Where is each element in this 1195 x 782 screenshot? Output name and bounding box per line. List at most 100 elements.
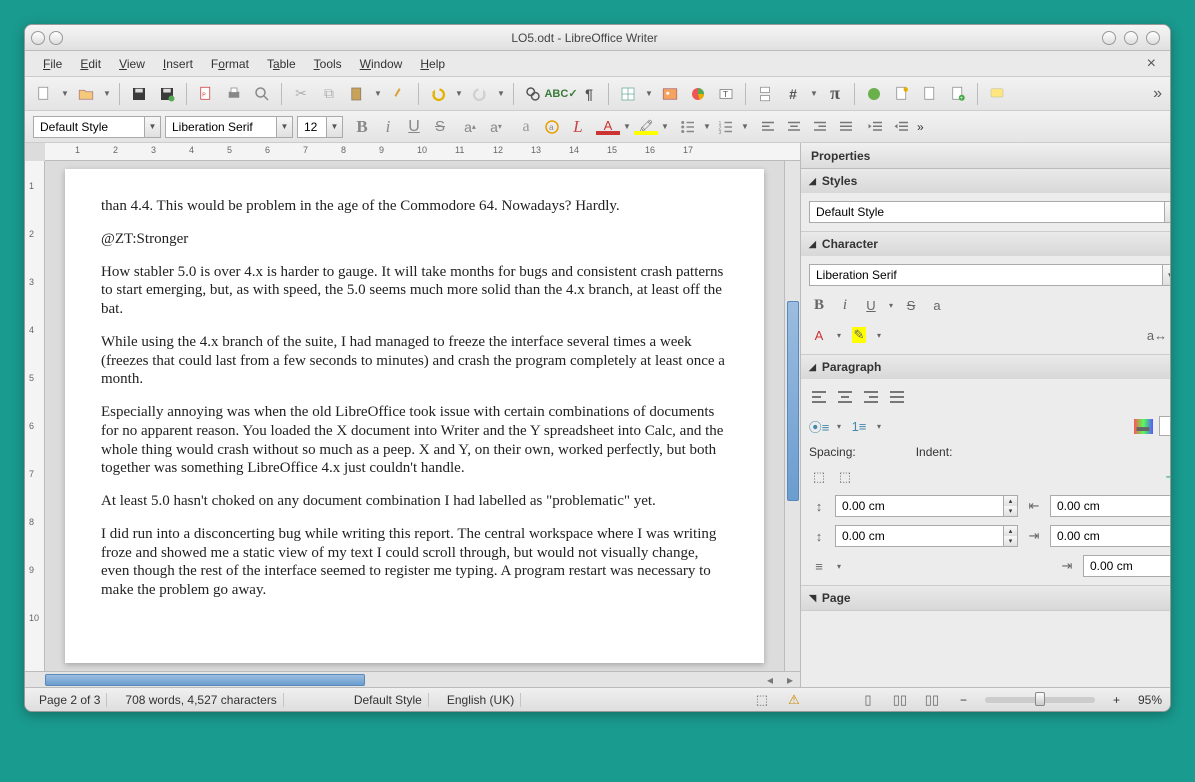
style-combo[interactable]: ▼ [809,201,1171,223]
chevron-down-icon[interactable]: ▼ [144,117,160,137]
bold-icon[interactable]: B [351,116,373,138]
align-right-icon[interactable] [861,387,881,407]
view-single-icon[interactable]: ▯ [858,690,878,710]
field-dropdown[interactable]: ▼ [810,83,818,105]
font-name-combo[interactable]: ▼ [165,116,293,138]
undo-icon[interactable] [427,83,449,105]
scrollbar-thumb[interactable] [787,301,799,501]
document-close-icon[interactable]: × [1143,55,1160,73]
insert-page-break-icon[interactable] [754,83,776,105]
line-spacing-dropdown[interactable]: ▾ [835,555,843,577]
save-icon[interactable] [128,83,150,105]
menu-window[interactable]: Window [352,54,411,74]
maximize-button[interactable] [1124,31,1138,45]
increase-spacing-icon[interactable]: ⬚ [809,467,829,487]
menu-help[interactable]: Help [412,54,453,74]
insert-textbox-icon[interactable]: T [715,83,737,105]
copy-icon[interactable]: ⧉ [318,83,340,105]
status-language[interactable]: English (UK) [441,693,521,707]
zoom-knob[interactable] [1035,692,1045,706]
zoom-in-icon[interactable]: + [1107,693,1126,707]
chevron-down-icon[interactable]: ▼ [1162,265,1171,285]
print-preview-icon[interactable] [251,83,273,105]
insert-bookmark-icon[interactable] [919,83,941,105]
bullet-dropdown[interactable]: ▼ [703,116,711,138]
close-button[interactable] [1146,31,1160,45]
first-line-indent-icon[interactable]: ⇥ [1057,556,1077,576]
menu-format[interactable]: Format [203,54,257,74]
bg-color-swatch[interactable] [1159,416,1171,436]
align-justify-icon[interactable] [887,387,907,407]
before-indent-spinner[interactable]: ▴▾ [1050,495,1171,517]
view-multi-icon[interactable]: ▯▯ [890,690,910,710]
table-dropdown[interactable]: ▼ [645,83,653,105]
number-dropdown[interactable]: ▼ [741,116,749,138]
vertical-scrollbar[interactable] [784,161,800,671]
fmt-toolbar-overflow-icon[interactable]: » [917,120,924,134]
highlight-dropdown[interactable]: ▾ [875,324,883,346]
clear-format-a-icon[interactable]: a [515,116,537,138]
track-changes-icon[interactable]: + [947,83,969,105]
paragraph-style-combo[interactable]: ▼ [33,116,161,138]
zoom-out-icon[interactable]: − [954,693,973,707]
clear-direct-format-icon[interactable]: L [567,116,589,138]
menu-view[interactable]: View [111,54,153,74]
print-icon[interactable] [223,83,245,105]
scrollbar-thumb[interactable] [45,674,365,686]
italic-icon[interactable]: i [835,295,855,315]
superscript-icon[interactable]: a▴ [459,116,481,138]
number-list-icon[interactable]: 123 [715,116,737,138]
redo-icon[interactable] [469,83,491,105]
spellcheck-icon[interactable]: ABC✓ [550,83,572,105]
chevron-down-icon[interactable]: ▼ [326,117,342,137]
font-color-icon[interactable]: A [809,325,829,345]
new-doc-dropdown[interactable]: ▼ [61,83,69,105]
window-pin-button[interactable] [49,31,63,45]
document-page[interactable]: than 4.4. This would be problem in the a… [65,169,764,663]
find-replace-icon[interactable] [522,83,544,105]
insert-chart-icon[interactable] [687,83,709,105]
font-color-dropdown[interactable]: ▼ [623,116,631,138]
chevron-down-icon[interactable]: ▼ [276,117,292,137]
number-list-icon[interactable]: 1≡ [849,416,869,436]
char-spacing-icon[interactable]: a↔ [1147,325,1167,345]
insert-table-icon[interactable] [617,83,639,105]
shadow-icon[interactable]: a [927,295,947,315]
highlight-icon[interactable]: ✎ [849,325,869,345]
font-color-icon[interactable]: A [597,116,619,138]
insert-hyperlink-icon[interactable] [863,83,885,105]
bullet-list-icon[interactable] [677,116,699,138]
window-menu-button[interactable] [31,31,45,45]
open-icon[interactable] [75,83,97,105]
menu-file[interactable]: File [35,54,70,74]
formatting-marks-icon[interactable]: ¶ [578,83,600,105]
italic-icon[interactable]: i [377,116,399,138]
after-indent-icon[interactable]: ⇥ [1024,526,1044,546]
below-spacing-spinner[interactable]: ▴▾ [835,525,1018,547]
char-font-input[interactable] [810,265,1162,285]
chevron-down-icon[interactable]: ▼ [1164,202,1171,222]
minimize-button[interactable] [1102,31,1116,45]
section-page-header[interactable]: ◢Page [801,586,1171,610]
font-size-input[interactable] [298,117,326,137]
zoom-percent[interactable]: 95% [1138,693,1162,707]
menu-tools[interactable]: Tools [306,54,350,74]
align-justify-icon[interactable] [835,116,857,138]
menu-table[interactable]: Table [259,54,304,74]
align-right-icon[interactable] [809,116,831,138]
font-size-combo[interactable]: ▼ [297,116,343,138]
first-line-spinner[interactable]: ▴▾ [1083,555,1171,577]
bullet-dropdown[interactable]: ▾ [835,415,843,437]
strikethrough-icon[interactable]: S [901,295,921,315]
after-indent-spinner[interactable]: ▴▾ [1050,525,1171,547]
insert-mode-icon[interactable]: ⬚ [752,690,772,710]
clone-format-icon[interactable] [388,83,410,105]
bullet-list-icon[interactable]: ⦿≡ [809,416,829,436]
insert-footnote-icon[interactable] [891,83,913,105]
bg-color-icon[interactable]: ▬ [1133,416,1153,436]
highlight-dropdown[interactable]: ▼ [661,116,669,138]
paste-icon[interactable] [346,83,368,105]
number-dropdown[interactable]: ▾ [875,415,883,437]
insert-special-char-icon[interactable]: π [824,83,846,105]
new-doc-icon[interactable] [33,83,55,105]
